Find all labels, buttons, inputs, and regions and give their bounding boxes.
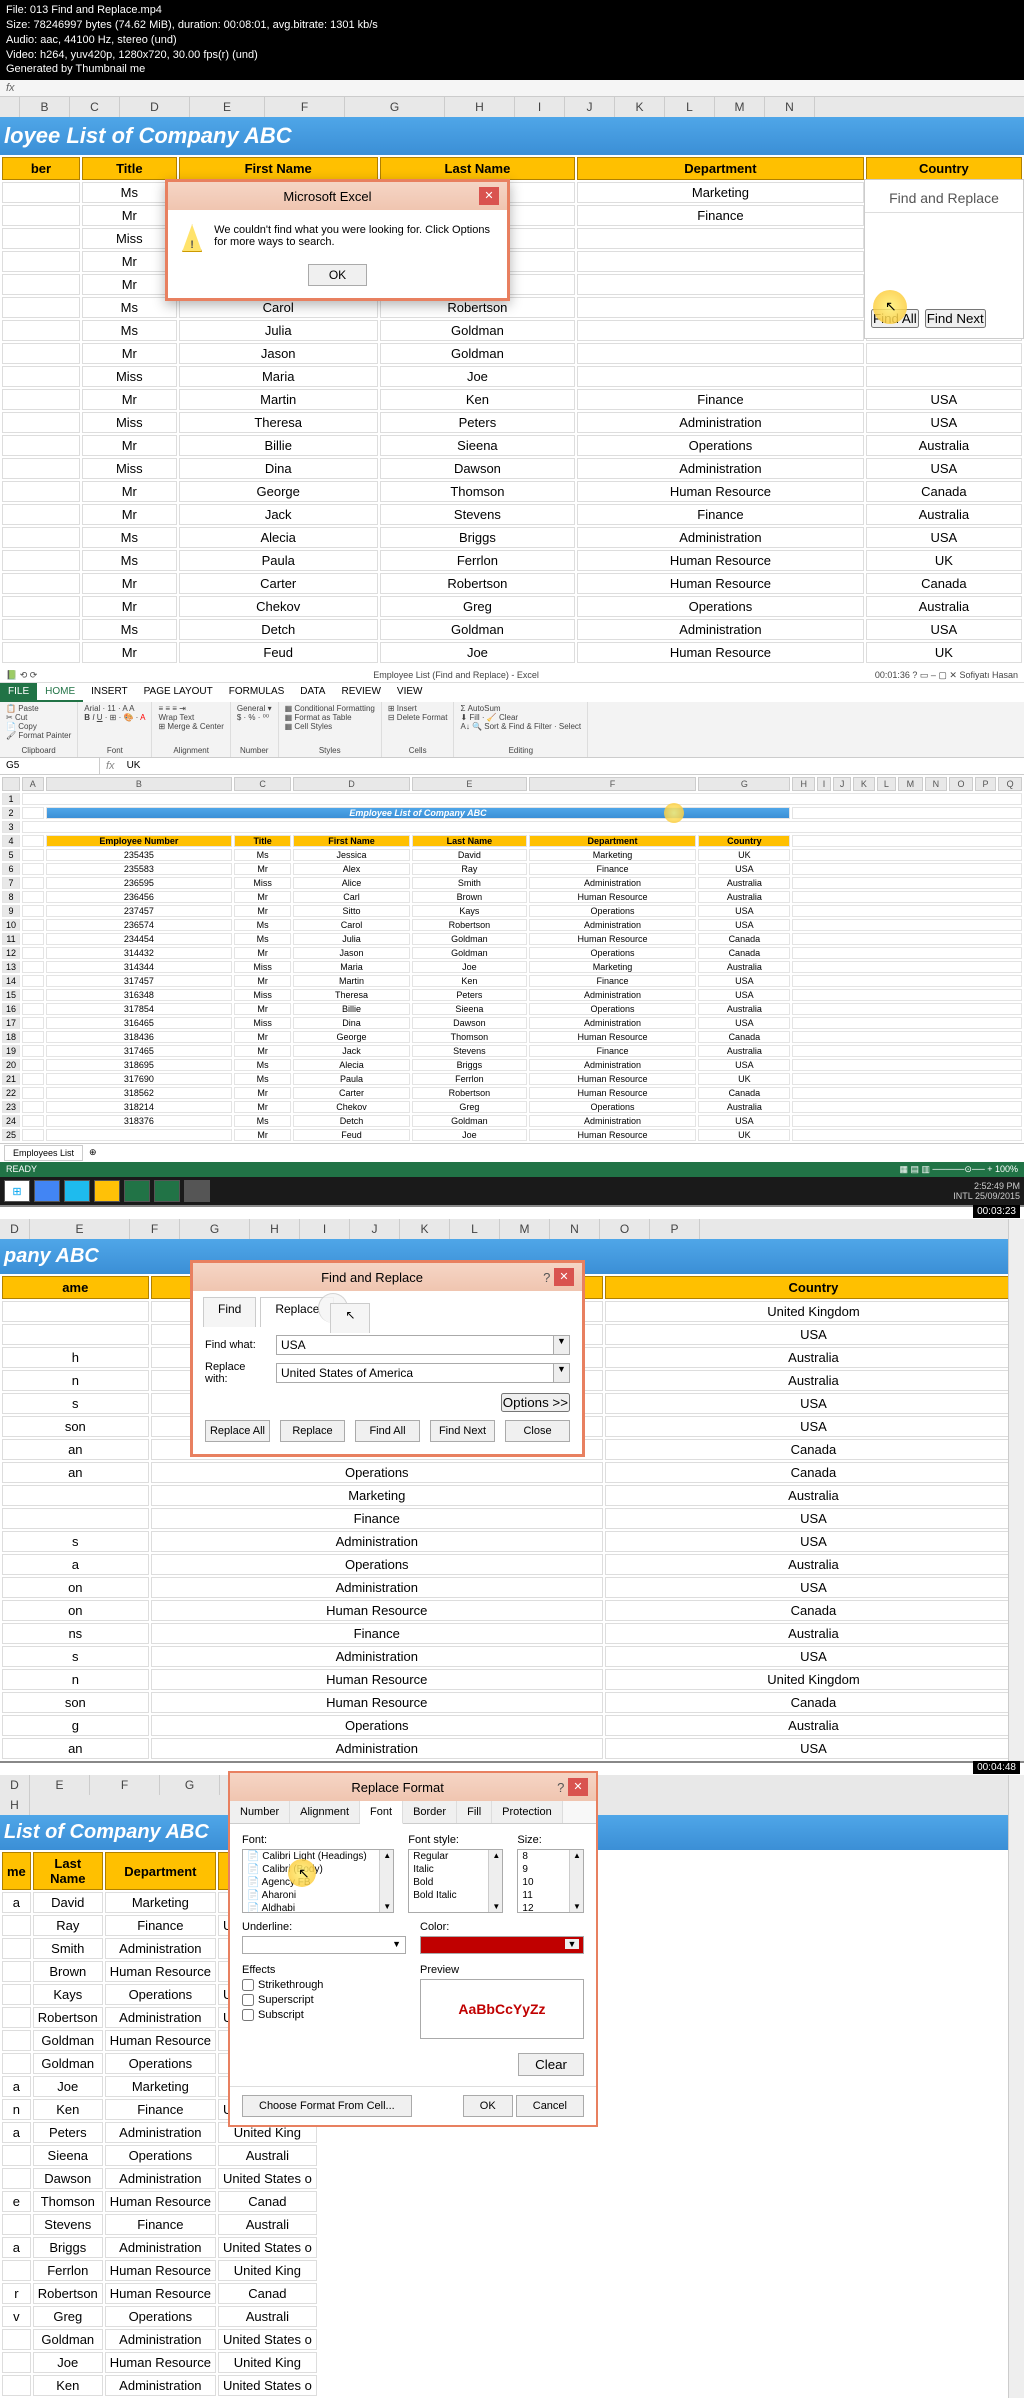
timestamp: 00:03:23 bbox=[973, 1205, 1020, 1218]
ribbon-tabs[interactable]: FILEHOMEINSERTPAGE LAYOUTFORMULASDATAREV… bbox=[0, 683, 1024, 702]
status-bar: READY ▦ ▤ ▥ ─────⊙── + 100% bbox=[0, 1162, 1024, 1177]
format-tabs[interactable]: NumberAlignmentFontBorderFillProtection bbox=[230, 1801, 596, 1824]
underline-label: Underline: bbox=[242, 1921, 406, 1933]
formula-bar[interactable]: fx bbox=[0, 80, 1024, 97]
strikethrough-checkbox[interactable]: Strikethrough bbox=[242, 1979, 406, 1991]
vertical-scrollbar[interactable] bbox=[1008, 1775, 1024, 2398]
message-dialog: Microsoft Excel ✕ ! We couldn't find wha… bbox=[165, 179, 510, 301]
find-next-button[interactable]: Find Next bbox=[925, 309, 986, 328]
effects-label: Effects bbox=[242, 1964, 406, 1976]
color-label: Color: bbox=[420, 1921, 584, 1933]
close-icon[interactable]: ✕ bbox=[479, 187, 499, 205]
size-listbox[interactable]: 8910111214 bbox=[517, 1849, 584, 1913]
replace-with-input[interactable] bbox=[276, 1363, 554, 1383]
find-what-label: Find what: bbox=[205, 1339, 270, 1351]
find-replace-panel: Find and Replace Find All Find Next ↖ bbox=[864, 179, 1024, 339]
cursor-icon: ↖ bbox=[885, 298, 897, 315]
namebox-row[interactable]: G5 fx UK bbox=[0, 758, 1024, 775]
close-icon[interactable]: ✕ bbox=[554, 1268, 574, 1286]
underline-select[interactable] bbox=[242, 1936, 406, 1954]
ie-icon[interactable] bbox=[64, 1180, 90, 1202]
explorer-icon[interactable] bbox=[94, 1180, 120, 1202]
style-listbox[interactable]: RegularItalicBoldBold Italic bbox=[408, 1849, 503, 1913]
find-all-button[interactable]: Find All bbox=[355, 1420, 420, 1442]
vertical-scrollbar[interactable] bbox=[1008, 1219, 1024, 1761]
dialog-title-text: Microsoft Excel bbox=[176, 189, 479, 204]
choose-format-button[interactable]: Choose Format From Cell... bbox=[242, 2095, 412, 2117]
replace-all-button[interactable]: Replace All bbox=[205, 1420, 270, 1442]
color-select[interactable] bbox=[420, 1936, 584, 1954]
column-headers: BCDEFGHIJKLMN bbox=[0, 97, 1024, 117]
dialog-title: Replace Format bbox=[238, 1780, 557, 1795]
find-replace-dialog: Find and Replace ? ✕ Find Replace ↖ Find… bbox=[190, 1260, 585, 1457]
preview-box: AaBbCcYyZz bbox=[420, 1979, 584, 2039]
cursor-icon: ↖ bbox=[298, 1865, 310, 1882]
find-what-input[interactable] bbox=[276, 1335, 554, 1355]
close-button[interactable]: Close bbox=[505, 1420, 570, 1442]
font-listbox[interactable]: 📄 Calibri Light (Headings)📄 Calibri (Bod… bbox=[242, 1849, 394, 1913]
warning-icon: ! bbox=[182, 224, 202, 252]
clear-button[interactable]: Clear bbox=[518, 2053, 584, 2076]
chrome-icon[interactable] bbox=[34, 1180, 60, 1202]
video-metadata: File: 013 Find and Replace.mp4 Size: 782… bbox=[0, 0, 1024, 80]
replace-button[interactable]: Replace bbox=[280, 1420, 345, 1442]
help-icon[interactable]: ? bbox=[543, 1270, 550, 1285]
app-icon[interactable] bbox=[184, 1180, 210, 1202]
excel-icon-2[interactable] bbox=[154, 1180, 180, 1202]
add-sheet-icon[interactable]: ⊕ bbox=[83, 1145, 103, 1161]
sheet-tab[interactable]: Employees List bbox=[4, 1145, 83, 1161]
sheet-title: loyee List of Company ABC bbox=[0, 117, 1024, 155]
close-icon[interactable]: ✕ bbox=[568, 1778, 588, 1796]
column-headers: DEFGHIJKLMNOP bbox=[0, 1219, 1024, 1239]
subscript-checkbox[interactable]: Subscript bbox=[242, 2009, 406, 2021]
taskbar[interactable]: 2:52:49 PMINTL 25/09/2015 bbox=[0, 1177, 1024, 1205]
message-text: We couldn't find what you were looking f… bbox=[214, 224, 493, 248]
start-button[interactable] bbox=[4, 1180, 30, 1202]
superscript-checkbox[interactable]: Superscript bbox=[242, 1994, 406, 2006]
find-next-button[interactable]: Find Next bbox=[430, 1420, 495, 1442]
find-tab[interactable]: Find bbox=[203, 1297, 256, 1327]
ok-button[interactable]: OK bbox=[308, 264, 367, 286]
size-label: Size: bbox=[517, 1834, 584, 1846]
dropdown-icon[interactable]: ▼ bbox=[554, 1335, 570, 1355]
dialog-title: Find and Replace bbox=[201, 1270, 543, 1285]
timestamp: 00:04:48 bbox=[973, 1761, 1020, 1774]
worksheet-grid[interactable]: ABCDEFGHIJKLMNOPQ12Employee List of Comp… bbox=[0, 775, 1024, 1143]
style-label: Font style: bbox=[408, 1834, 503, 1846]
cancel-button[interactable]: Cancel bbox=[516, 2095, 584, 2117]
dropdown-icon[interactable]: ▼ bbox=[554, 1363, 570, 1383]
find-panel-title: Find and Replace bbox=[865, 184, 1023, 213]
replace-with-label: Replace with: bbox=[205, 1361, 270, 1385]
replace-format-dialog: Replace Format ? ✕ NumberAlignmentFontBo… bbox=[228, 1771, 598, 2127]
cursor-icon: ↖ bbox=[330, 1303, 370, 1333]
excel-titlebar: 📗 ⟲ ⟳ Employee List (Find and Replace) -… bbox=[0, 669, 1024, 683]
options-button[interactable]: Options >> bbox=[501, 1393, 570, 1412]
preview-label: Preview bbox=[420, 1964, 584, 1976]
ok-button[interactable]: OK bbox=[463, 2095, 513, 2117]
excel-icon[interactable] bbox=[124, 1180, 150, 1202]
ribbon[interactable]: 📋 Paste✂ Cut📄 Copy🖌 Format PainterClipbo… bbox=[0, 702, 1024, 758]
help-icon[interactable]: ? bbox=[557, 1780, 564, 1795]
font-label: Font: bbox=[242, 1834, 394, 1846]
